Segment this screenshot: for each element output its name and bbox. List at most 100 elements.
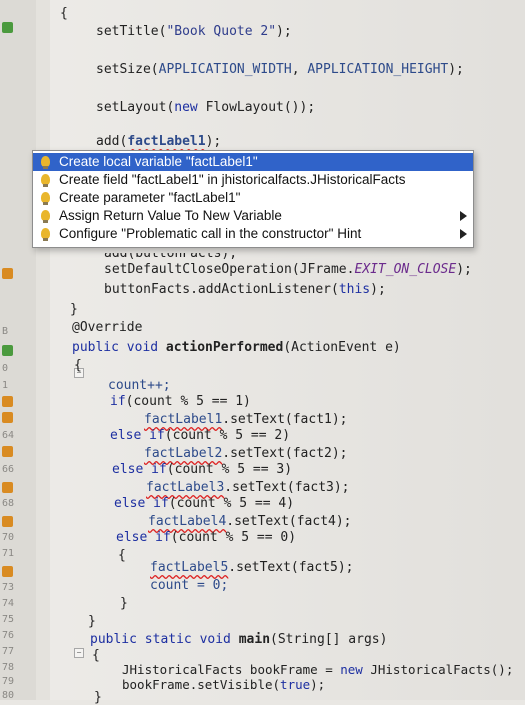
submenu-arrow-icon (460, 229, 467, 239)
line-number: 76 (2, 630, 15, 641)
line-number: 77 (2, 646, 15, 657)
line-number-gutter: B 0 1 64 66 68 70 71 73 74 75 76 77 78 7… (0, 0, 37, 701)
code-brace: } (88, 614, 96, 629)
error-token[interactable]: factLabel1 (127, 134, 205, 149)
code-token: (ActionEvent e) (283, 340, 401, 355)
quick-fix-item[interactable]: Create field "factLabel1" in jhistorical… (33, 171, 473, 189)
line-number: 66 (2, 464, 15, 475)
code-line-add: add(factLabel1); (96, 134, 221, 149)
quick-fix-item[interactable]: Create local variable "factLabel1" (33, 153, 473, 171)
fold-column: − − (36, 0, 84, 700)
code-line: factLabel2.setText(fact2); (144, 446, 348, 461)
line-number: 1 (2, 380, 9, 391)
quick-fix-label: Create parameter "factLabel1" (59, 190, 241, 205)
code-keyword: else if (114, 496, 169, 511)
code-token: bookFrame.setVisible( (122, 677, 281, 692)
code-brace: { (118, 548, 126, 563)
code-keyword: public void (72, 340, 166, 355)
override-marker-icon[interactable] (2, 345, 13, 356)
error-stripe-marker[interactable] (2, 22, 13, 33)
code-token: (count % 5 == 4) (168, 496, 295, 511)
error-token[interactable]: factLabel4 (148, 514, 226, 529)
code-line: bookFrame.setVisible(true); (122, 677, 325, 692)
code-method-name: main (238, 632, 271, 647)
code-token: ); (448, 62, 464, 77)
code-line-add-listener: buttonFacts.addActionListener(this); (104, 282, 386, 297)
code-token: .setText(fact1); (222, 412, 348, 427)
code-method-name: actionPerformed (165, 340, 284, 355)
code-token: buttonFacts (104, 282, 191, 297)
lightbulb-icon (41, 156, 50, 169)
code-method-signature: public void actionPerformed(ActionEvent … (72, 340, 401, 355)
code-constant: APPLICATION_WIDTH (158, 62, 292, 77)
code-token: (count % 5 == 1) (125, 394, 251, 409)
code-token: .setText(fact3); (224, 480, 350, 495)
hint-bulb-icon[interactable] (2, 566, 13, 577)
quick-fix-item[interactable]: Configure "Problematic call in the const… (33, 225, 473, 243)
quick-fix-item[interactable]: Assign Return Value To New Variable (33, 207, 473, 225)
code-token: JHistoricalFacts bookFrame = (122, 662, 341, 677)
code-line: factLabel5.setText(fact5); (150, 560, 354, 575)
hint-bulb-icon[interactable] (2, 516, 13, 527)
code-line: else if(count % 5 == 4) (114, 496, 294, 511)
code-line-default-close: setDefaultCloseOperation(JFrame.EXIT_ON_… (104, 262, 472, 277)
code-line-setlayout: setLayout(new FlowLayout()); (96, 100, 315, 115)
code-keyword: else if (110, 428, 165, 443)
error-token[interactable]: factLabel3 (146, 480, 224, 495)
code-keyword: else if (116, 530, 171, 545)
lightbulb-icon (41, 174, 50, 187)
code-token: add( (96, 134, 128, 149)
quick-fix-item[interactable]: Create parameter "factLabel1" (33, 189, 473, 207)
code-keyword: new (340, 662, 363, 677)
code-token: setLayout( (96, 100, 175, 115)
code-token: (String[] args) (270, 632, 388, 647)
lightbulb-icon (41, 210, 50, 223)
quick-fix-label: Create local variable "factLabel1" (59, 154, 258, 169)
hint-bulb-icon[interactable] (2, 446, 13, 457)
line-number: 71 (2, 548, 15, 559)
code-line: count++; (108, 378, 171, 393)
code-token: (count % 5 == 0) (170, 530, 297, 545)
code-constant: APPLICATION_HEIGHT (307, 62, 449, 77)
gutter-label: B (2, 326, 9, 337)
code-token: ); (205, 134, 222, 149)
line-number: 68 (2, 498, 15, 509)
code-keyword: public static void (90, 632, 239, 647)
code-keyword: if (110, 394, 126, 409)
code-keyword: else if (112, 462, 167, 477)
code-line: factLabel1.setText(fact1); (144, 412, 348, 427)
hint-bulb-icon[interactable] (2, 412, 13, 423)
warning-marker-icon[interactable] (2, 268, 13, 279)
code-token: JHistoricalFacts(); (362, 662, 514, 677)
error-token[interactable]: factLabel2 (144, 446, 222, 461)
code-line: count = 0; (150, 578, 229, 593)
quick-fix-label: Create field "factLabel1" in jhistorical… (59, 172, 406, 187)
code-token: .setText(fact2); (222, 446, 348, 461)
code-line: factLabel4.setText(fact4); (148, 514, 352, 529)
line-number: 75 (2, 614, 15, 625)
code-keyword: this (338, 282, 371, 297)
lightbulb-icon (41, 228, 50, 241)
code-string: "Book Quote 2" (166, 24, 277, 39)
hint-bulb-icon[interactable] (2, 396, 13, 407)
line-number: 73 (2, 582, 15, 593)
code-token: .setText(fact5); (228, 560, 354, 575)
code-brace: } (94, 690, 102, 705)
hint-bulb-icon[interactable] (2, 482, 13, 493)
error-token[interactable]: factLabel1 (144, 412, 222, 427)
code-token: ); (310, 677, 326, 692)
code-token: .setText(fact4); (226, 514, 352, 529)
code-token: ); (276, 24, 292, 39)
submenu-arrow-icon (460, 211, 467, 221)
code-token: , (291, 62, 308, 77)
code-line: else if(count % 5 == 0) (116, 530, 296, 545)
lightbulb-icon (41, 192, 50, 205)
code-line-setsize: setSize(APPLICATION_WIDTH, APPLICATION_H… (96, 62, 464, 77)
quick-fix-label: Assign Return Value To New Variable (59, 208, 282, 223)
code-method-signature: public static void main(String[] args) (90, 632, 387, 647)
code-line: factLabel3.setText(fact3); (146, 480, 350, 495)
code-line: JHistoricalFacts bookFrame = new JHistor… (122, 662, 513, 677)
code-token: ); (370, 282, 386, 297)
code-annotation: @Override (72, 320, 143, 335)
error-token[interactable]: factLabel5 (150, 560, 228, 575)
